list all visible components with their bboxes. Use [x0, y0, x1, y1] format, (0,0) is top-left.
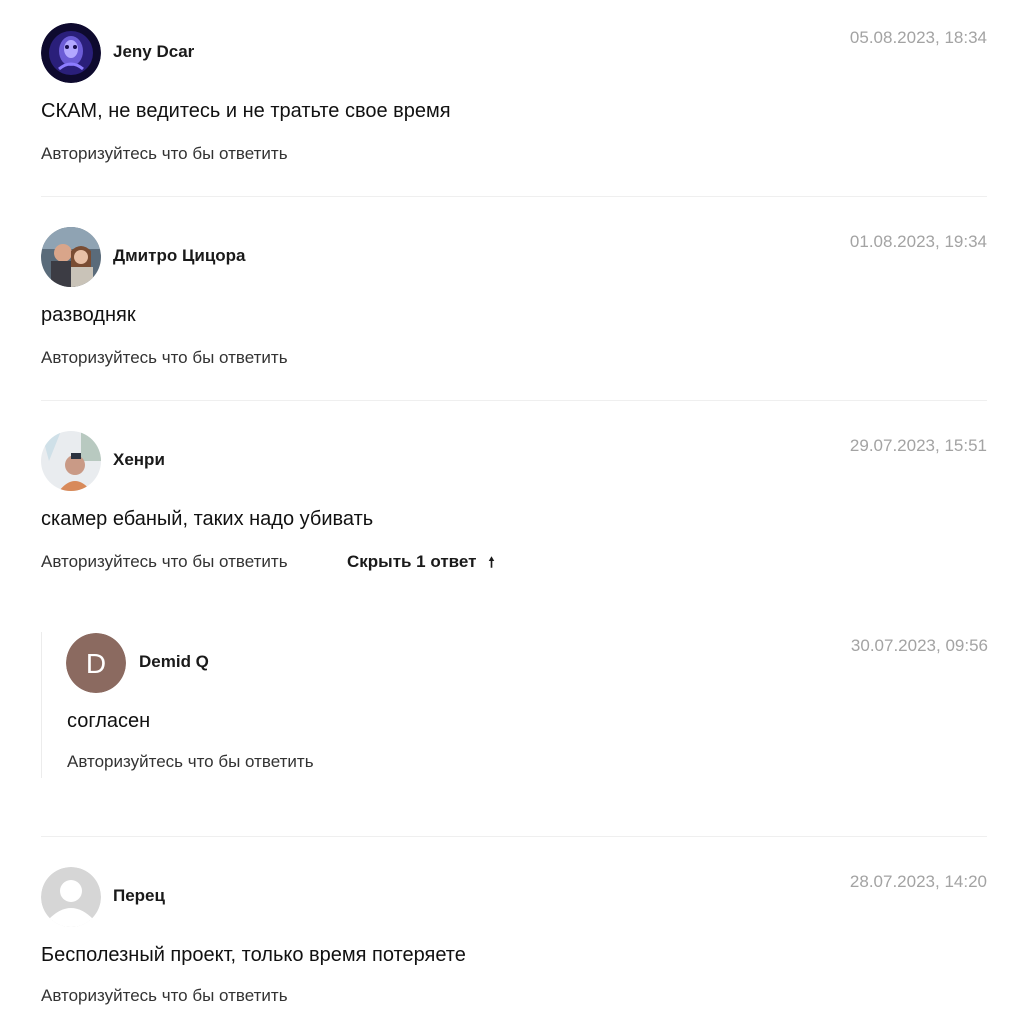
- login-to-reply-link[interactable]: Авторизуйтесь что бы ответить: [67, 752, 314, 772]
- comment-author: Jeny Dcar: [113, 42, 195, 61]
- comment-text: скамер ебаный, таких надо убивать: [41, 508, 374, 530]
- login-to-reply-link[interactable]: Авторизуйтесь что бы ответить: [41, 144, 288, 164]
- comment-author: Хенри: [113, 450, 165, 469]
- comment-text: Бесполезный проект, только время потеряе…: [41, 944, 466, 966]
- comment-date: 01.08.2023, 19:34: [849, 232, 987, 251]
- comment: Хенри 29.07.2023, 15:51 скамер ебаный, т…: [41, 430, 987, 580]
- hide-replies-toggle[interactable]: Скрыть 1 ответ 🠕: [347, 552, 494, 576]
- divider: [41, 836, 987, 837]
- comment: Jeny Dcar 05.08.2023, 18:34 СКАМ, не вед…: [41, 22, 987, 172]
- comment-date: 30.07.2023, 09:56: [850, 636, 988, 655]
- comment-author: Перец: [113, 886, 165, 905]
- hide-replies-label: Скрыть 1 ответ: [347, 552, 477, 571]
- comment: Дмитро Цицора 01.08.2023, 19:34 разводня…: [41, 226, 987, 376]
- avatar[interactable]: [41, 867, 101, 927]
- comment-date: 28.07.2023, 14:20: [849, 872, 987, 891]
- avatar[interactable]: D: [66, 633, 126, 693]
- divider: [41, 400, 987, 401]
- default-user-icon: [41, 867, 101, 927]
- login-to-reply-link[interactable]: Авторизуйтесь что бы ответить: [41, 348, 288, 368]
- user-avatar-image: [41, 23, 101, 83]
- avatar[interactable]: [41, 227, 101, 287]
- login-to-reply-link[interactable]: Авторизуйтесь что бы ответить: [41, 986, 288, 1006]
- comment-text: СКАМ, не ведитесь и не тратьте свое врем…: [41, 100, 451, 122]
- comment-author: Demid Q: [139, 652, 209, 671]
- divider: [41, 196, 987, 197]
- avatar-letter: D: [86, 648, 106, 679]
- comment-date: 05.08.2023, 18:34: [849, 28, 987, 47]
- login-to-reply-link[interactable]: Авторизуйтесь что бы ответить: [41, 552, 288, 572]
- user-avatar-image: [41, 227, 101, 287]
- comment-author: Дмитро Цицора: [113, 246, 246, 265]
- comment-text: согласен: [67, 710, 151, 732]
- avatar[interactable]: [41, 23, 101, 83]
- comment-text: разводняк: [41, 304, 136, 326]
- arrow-up-icon: 🠕: [488, 554, 495, 570]
- letter-avatar: D: [66, 633, 126, 693]
- reply-comment: D Demid Q 30.07.2023, 09:56 согласен Авт…: [41, 632, 988, 778]
- user-avatar-image: [41, 431, 101, 491]
- avatar[interactable]: [41, 431, 101, 491]
- comment-date: 29.07.2023, 15:51: [849, 436, 987, 455]
- comment: Перец 28.07.2023, 14:20 Бесполезный прое…: [41, 866, 987, 1016]
